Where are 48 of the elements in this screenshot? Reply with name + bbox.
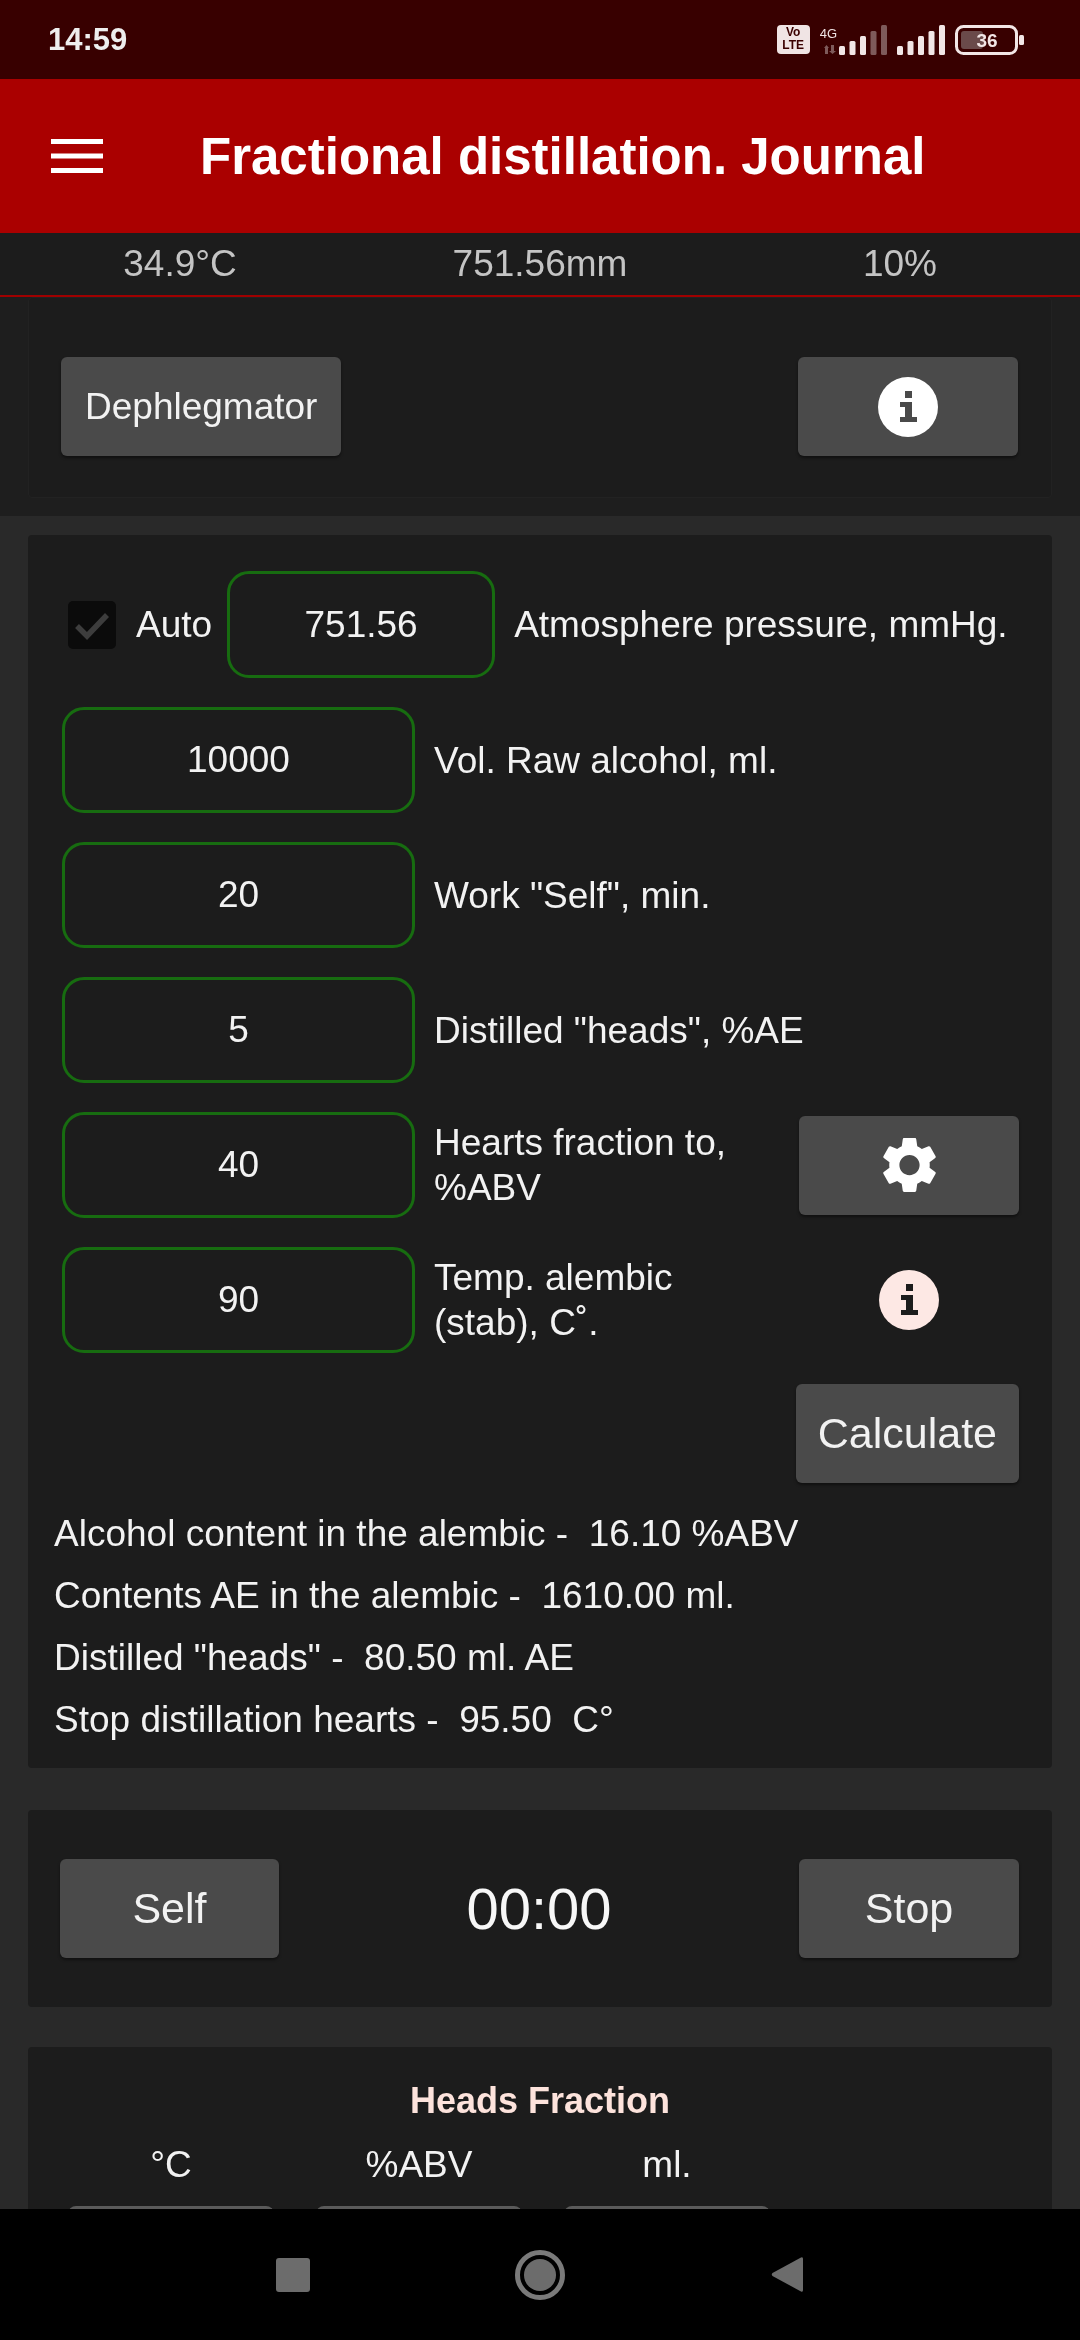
volte-indicator: Vo LTE — [776, 25, 810, 54]
gear-icon — [882, 1138, 936, 1192]
status-time: 14:59 — [48, 21, 128, 58]
menu-button[interactable] — [51, 139, 103, 173]
checkbox[interactable] — [68, 600, 116, 649]
signal-icon — [897, 24, 945, 55]
result-text: Stop distillation hearts - 95.50 C° — [54, 1698, 615, 1742]
input-field[interactable]: 10000 — [62, 707, 415, 813]
input-field[interactable]: 40 — [62, 1112, 415, 1218]
input-field[interactable]: 751.56 — [227, 571, 496, 678]
dephlegmator-button[interactable]: Dephlegmator — [61, 357, 342, 456]
field-label: Hearts fraction to, %ABV — [434, 1121, 727, 1210]
battery-indicator: 36 — [955, 24, 1025, 55]
data-arrows-icon — [824, 44, 837, 54]
network-type-label: 4G — [819, 26, 837, 40]
home-icon[interactable] — [515, 2249, 565, 2300]
app-title: Fractional distillation. Journal — [200, 126, 926, 186]
field-label: Vol. Raw alcohol, ml. — [434, 738, 779, 783]
input-field[interactable]: 20 — [62, 842, 415, 948]
info-button[interactable] — [798, 357, 1018, 456]
input-field[interactable]: 5 — [62, 977, 415, 1083]
section-title: Heads Fraction — [409, 2079, 671, 2123]
result-text: Contents AE in the alembic - 1610.00 ml. — [54, 1574, 736, 1618]
input-field[interactable]: 90 — [62, 1247, 415, 1353]
self-button[interactable]: Self — [60, 1859, 279, 1958]
calculate-button[interactable]: Calculate — [795, 1384, 1019, 1483]
field-label: Distilled "heads", %AE — [434, 1008, 805, 1053]
checkbox-label: Auto — [136, 603, 213, 646]
field-label: Temp. alembic (stab), C˚. — [434, 1256, 674, 1345]
field-label: Work "Self", min. — [434, 873, 712, 918]
signal-icon — [839, 24, 887, 55]
column-header: %ABV — [365, 2143, 473, 2187]
field-label: Atmosphere pressure, mmHg. — [514, 603, 1009, 647]
menu-icon — [51, 139, 103, 173]
back-icon[interactable] — [771, 2256, 803, 2293]
reading-value: 751.56mm — [452, 243, 628, 285]
stop-button[interactable]: Stop — [799, 1859, 1019, 1958]
info-icon[interactable] — [879, 1270, 939, 1330]
info-icon — [878, 376, 938, 437]
timer-display: 00:00 — [466, 1875, 612, 1942]
column-header: ml. — [642, 2143, 692, 2187]
settings-button[interactable] — [799, 1115, 1019, 1215]
square-icon[interactable] — [276, 2257, 310, 2292]
result-text: Alcohol content in the alembic - 16.10 %ABV — [54, 1512, 800, 1556]
result-text: Distilled "heads" - 80.50 ml. AE — [54, 1636, 575, 1680]
column-header: °C — [150, 2143, 192, 2187]
reading-value: 10% — [862, 243, 938, 285]
reading-value: 34.9°C — [123, 243, 237, 285]
